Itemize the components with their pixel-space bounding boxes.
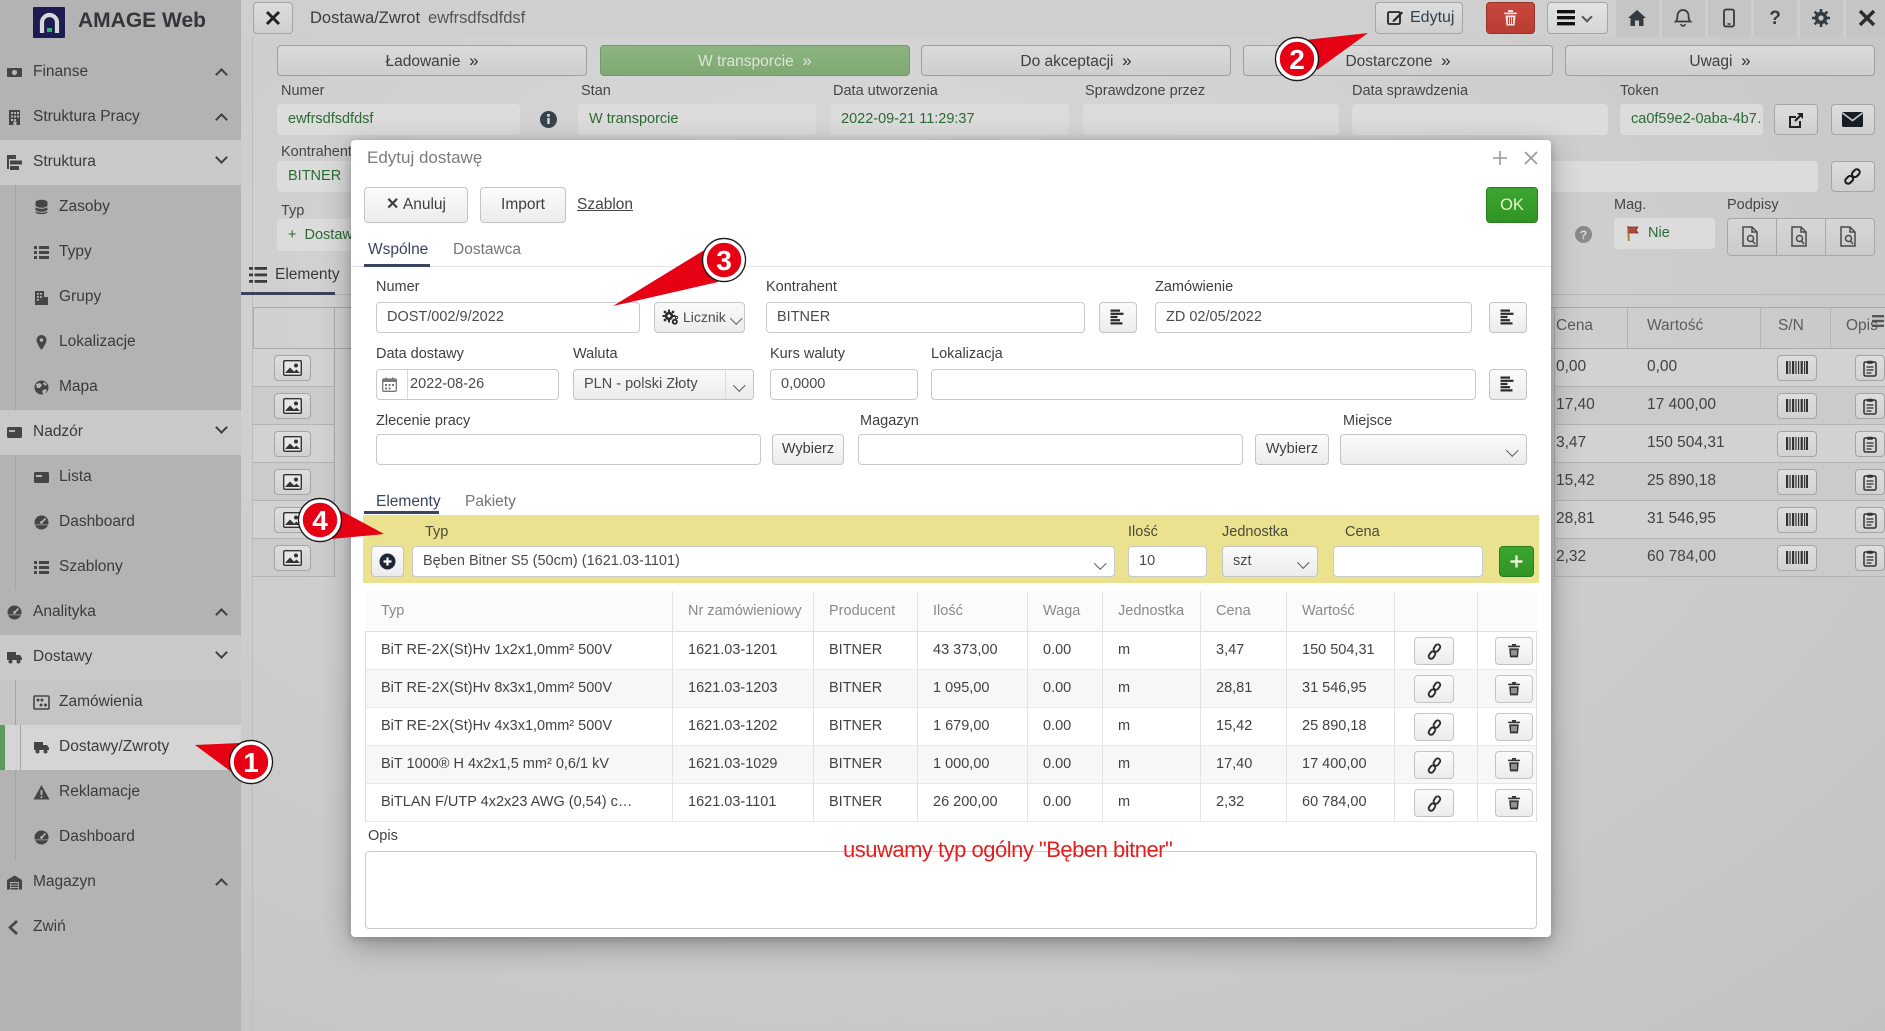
svg-text:?: ?	[1769, 8, 1781, 28]
svg-text:?: ?	[1580, 228, 1587, 242]
